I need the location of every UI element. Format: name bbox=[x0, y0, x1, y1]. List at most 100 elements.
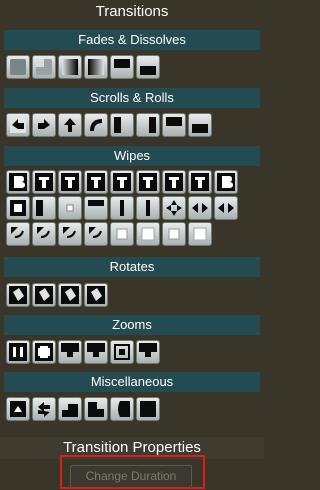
transition-button[interactable] bbox=[136, 196, 160, 220]
roll-down-icon bbox=[85, 114, 107, 136]
transition-button[interactable] bbox=[214, 170, 238, 194]
curl-bottom-right-icon bbox=[85, 223, 107, 245]
transition-button[interactable] bbox=[188, 196, 212, 220]
wipe-in-left-icon bbox=[7, 171, 29, 193]
transition-button[interactable] bbox=[162, 113, 186, 137]
transition-button[interactable] bbox=[32, 55, 56, 79]
transition-button[interactable] bbox=[6, 55, 30, 79]
wipe-in-bottom-icon bbox=[85, 171, 107, 193]
swap-icon bbox=[33, 398, 55, 420]
fade-from-black-icon bbox=[59, 56, 81, 78]
wipes-row-2 bbox=[6, 196, 238, 222]
transition-button[interactable] bbox=[6, 170, 30, 194]
transition-button[interactable] bbox=[136, 222, 160, 246]
transition-button[interactable] bbox=[188, 170, 212, 194]
fades-row bbox=[6, 55, 160, 81]
iris-medium-icon bbox=[137, 223, 159, 245]
transition-button[interactable] bbox=[32, 196, 56, 220]
zoom-center-icon bbox=[111, 341, 133, 363]
iris-large-icon bbox=[163, 223, 185, 245]
zoom-corners-out-icon bbox=[33, 341, 55, 363]
transition-button[interactable] bbox=[214, 196, 238, 220]
transition-button[interactable] bbox=[84, 55, 108, 79]
spin-left-icon bbox=[59, 284, 81, 306]
transition-button[interactable] bbox=[136, 55, 160, 79]
transition-button[interactable] bbox=[136, 397, 160, 421]
transition-button[interactable] bbox=[84, 196, 108, 220]
section-misc-header: Miscellaneous bbox=[4, 372, 260, 392]
transition-button[interactable] bbox=[58, 397, 82, 421]
wipe-in-top-icon bbox=[59, 171, 81, 193]
transition-button[interactable] bbox=[110, 55, 134, 79]
transition-button[interactable] bbox=[6, 196, 30, 220]
transition-button[interactable] bbox=[162, 222, 186, 246]
transition-button[interactable] bbox=[136, 170, 160, 194]
transition-button[interactable] bbox=[58, 170, 82, 194]
curl-bottom-left-icon bbox=[59, 223, 81, 245]
transition-button[interactable] bbox=[110, 196, 134, 220]
transition-button[interactable] bbox=[84, 283, 108, 307]
transition-button[interactable] bbox=[110, 113, 134, 137]
zoom-bottom-icon bbox=[85, 341, 107, 363]
split-horizontal-icon bbox=[137, 197, 159, 219]
transition-button[interactable] bbox=[6, 113, 30, 137]
transition-button[interactable] bbox=[58, 340, 82, 364]
arrows-in-icon bbox=[189, 197, 211, 219]
roll-up-icon bbox=[59, 114, 81, 136]
slide-down-icon bbox=[189, 114, 211, 136]
curl-top-left-icon bbox=[7, 223, 29, 245]
transition-button[interactable] bbox=[58, 196, 82, 220]
panel-title: Transitions bbox=[95, 3, 169, 20]
transition-button[interactable] bbox=[6, 222, 30, 246]
transition-button[interactable] bbox=[32, 222, 56, 246]
dissolve-icon bbox=[33, 56, 55, 78]
wipe-out-right-icon bbox=[215, 171, 237, 193]
transition-button[interactable] bbox=[110, 340, 134, 364]
transition-button[interactable] bbox=[110, 170, 134, 194]
highlight-box bbox=[60, 455, 205, 489]
transition-button[interactable] bbox=[32, 340, 56, 364]
transition-button[interactable] bbox=[32, 113, 56, 137]
transition-button[interactable] bbox=[136, 113, 160, 137]
zoom-corners-in-icon bbox=[7, 341, 29, 363]
wipe-split-icon bbox=[189, 171, 211, 193]
flip-up-icon bbox=[7, 398, 29, 420]
wipes-row-1 bbox=[6, 170, 238, 196]
fade-to-black-icon bbox=[85, 56, 107, 78]
transition-button[interactable] bbox=[84, 113, 108, 137]
transition-button[interactable] bbox=[136, 340, 160, 364]
transition-button[interactable] bbox=[84, 222, 108, 246]
transition-button[interactable] bbox=[6, 397, 30, 421]
wipe-in-right-icon bbox=[33, 171, 55, 193]
dip-icon bbox=[111, 56, 133, 78]
scroll-left-icon bbox=[7, 114, 29, 136]
transition-button[interactable] bbox=[32, 397, 56, 421]
transition-button[interactable] bbox=[58, 283, 82, 307]
box-right-icon bbox=[33, 197, 55, 219]
transition-button[interactable] bbox=[162, 196, 186, 220]
transition-button[interactable] bbox=[58, 113, 82, 137]
fade-icon bbox=[7, 56, 29, 78]
transition-button[interactable] bbox=[110, 397, 134, 421]
curl-top-right-icon bbox=[33, 223, 55, 245]
wipe-center-vertical-icon bbox=[111, 171, 133, 193]
transition-button[interactable] bbox=[6, 340, 30, 364]
transition-button[interactable] bbox=[110, 222, 134, 246]
transition-button[interactable] bbox=[84, 170, 108, 194]
transition-button[interactable] bbox=[58, 55, 82, 79]
transition-button[interactable] bbox=[162, 170, 186, 194]
transition-button[interactable] bbox=[188, 113, 212, 137]
misc-row bbox=[6, 397, 160, 423]
slide-up-icon bbox=[163, 114, 185, 136]
transition-button[interactable] bbox=[188, 222, 212, 246]
transition-button[interactable] bbox=[32, 170, 56, 194]
section-fades-header: Fades & Dissolves bbox=[4, 30, 260, 50]
transition-button[interactable] bbox=[84, 397, 108, 421]
transition-button[interactable] bbox=[58, 222, 82, 246]
rotates-row bbox=[6, 283, 108, 309]
transition-button[interactable] bbox=[32, 283, 56, 307]
transition-button[interactable] bbox=[6, 283, 30, 307]
section-rotates-header: Rotates bbox=[4, 257, 260, 277]
zoom-grow-icon bbox=[137, 341, 159, 363]
transition-button[interactable] bbox=[84, 340, 108, 364]
